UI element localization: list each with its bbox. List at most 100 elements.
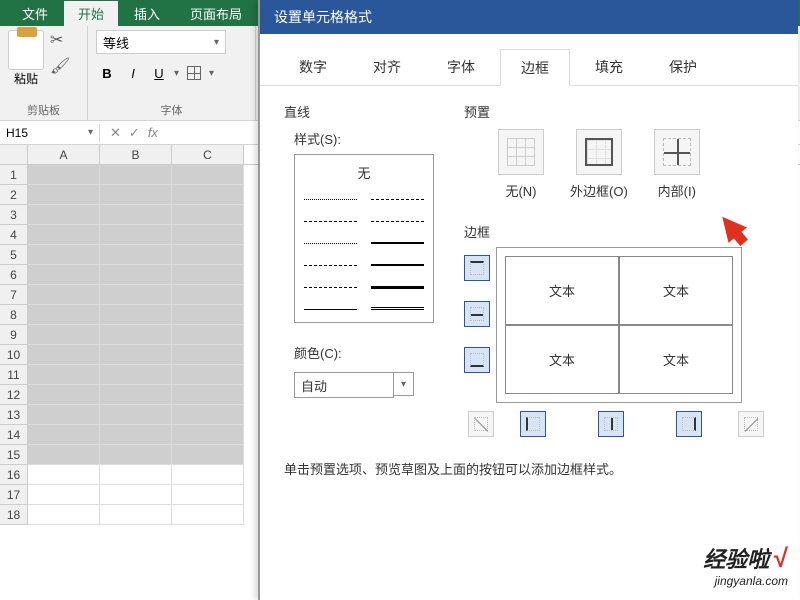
row-header[interactable]: 13 xyxy=(0,405,28,425)
cell[interactable] xyxy=(28,365,100,385)
border-top-button[interactable] xyxy=(464,255,490,281)
border-mid-h-button[interactable] xyxy=(464,301,490,327)
cell[interactable] xyxy=(172,225,244,245)
cell[interactable] xyxy=(28,445,100,465)
row-header[interactable]: 4 xyxy=(0,225,28,245)
row-header[interactable]: 14 xyxy=(0,425,28,445)
cell[interactable] xyxy=(28,425,100,445)
line-style-option[interactable] xyxy=(364,188,431,210)
col-header[interactable]: A xyxy=(28,145,100,164)
cell[interactable] xyxy=(100,165,172,185)
cell[interactable] xyxy=(100,405,172,425)
chevron-down-icon[interactable]: ▾ xyxy=(174,68,179,79)
cell[interactable] xyxy=(172,445,244,465)
preset-inner-button[interactable] xyxy=(654,129,700,175)
ribbon-tab-file[interactable]: 文件 xyxy=(8,1,62,26)
paste-button[interactable]: 粘贴 xyxy=(8,30,44,87)
row-header[interactable]: 7 xyxy=(0,285,28,305)
row-header[interactable]: 15 xyxy=(0,445,28,465)
cell[interactable] xyxy=(100,485,172,505)
border-diag-down-button[interactable] xyxy=(738,411,764,437)
preset-none-button[interactable] xyxy=(498,129,544,175)
line-style-option[interactable] xyxy=(297,232,364,254)
preset-outer-button[interactable] xyxy=(576,129,622,175)
row-header[interactable]: 3 xyxy=(0,205,28,225)
underline-button[interactable]: U xyxy=(148,62,170,84)
cell[interactable] xyxy=(172,485,244,505)
row-header[interactable]: 9 xyxy=(0,325,28,345)
tab-border[interactable]: 边框 xyxy=(500,49,570,86)
chevron-down-icon[interactable]: ▾ xyxy=(209,68,214,79)
row-header[interactable]: 5 xyxy=(0,245,28,265)
row-header[interactable]: 17 xyxy=(0,485,28,505)
border-button[interactable] xyxy=(183,62,205,84)
color-combo[interactable]: 自动 xyxy=(294,372,394,398)
cell[interactable] xyxy=(28,485,100,505)
cell[interactable] xyxy=(28,185,100,205)
line-style-option[interactable] xyxy=(364,254,431,276)
cell[interactable] xyxy=(172,285,244,305)
cell[interactable] xyxy=(172,365,244,385)
line-style-option[interactable] xyxy=(297,298,364,320)
col-header[interactable]: C xyxy=(172,145,244,164)
border-mid-v-button[interactable] xyxy=(598,411,624,437)
cell[interactable] xyxy=(100,365,172,385)
cell[interactable] xyxy=(172,185,244,205)
style-none[interactable]: 无 xyxy=(297,157,431,188)
cut-icon[interactable]: ✂ xyxy=(50,30,70,50)
cell[interactable] xyxy=(172,385,244,405)
cell[interactable] xyxy=(100,505,172,525)
cell[interactable] xyxy=(28,305,100,325)
tab-protection[interactable]: 保护 xyxy=(648,48,718,85)
row-header[interactable]: 11 xyxy=(0,365,28,385)
cell[interactable] xyxy=(172,165,244,185)
row-header[interactable]: 6 xyxy=(0,265,28,285)
cell[interactable] xyxy=(100,325,172,345)
line-style-option[interactable] xyxy=(364,232,431,254)
tab-font[interactable]: 字体 xyxy=(426,48,496,85)
cell[interactable] xyxy=(172,405,244,425)
border-bottom-button[interactable] xyxy=(464,347,490,373)
cell[interactable] xyxy=(172,465,244,485)
line-style-option[interactable] xyxy=(364,210,431,232)
ribbon-tab-layout[interactable]: 页面布局 xyxy=(176,1,256,26)
border-right-button[interactable] xyxy=(676,411,702,437)
col-header[interactable]: B xyxy=(100,145,172,164)
cell[interactable] xyxy=(172,345,244,365)
cell[interactable] xyxy=(28,505,100,525)
cell[interactable] xyxy=(28,345,100,365)
italic-button[interactable]: I xyxy=(122,62,144,84)
border-preview[interactable]: 文本 文本 文本 文本 xyxy=(496,247,742,403)
line-style-option[interactable] xyxy=(297,276,364,298)
row-header[interactable]: 8 xyxy=(0,305,28,325)
cell[interactable] xyxy=(100,205,172,225)
cell[interactable] xyxy=(100,345,172,365)
line-style-list[interactable]: 无 xyxy=(294,154,434,323)
cell[interactable] xyxy=(100,265,172,285)
cell[interactable] xyxy=(100,285,172,305)
cell[interactable] xyxy=(28,405,100,425)
row-header[interactable]: 10 xyxy=(0,345,28,365)
cell[interactable] xyxy=(172,205,244,225)
row-header[interactable]: 18 xyxy=(0,505,28,525)
ribbon-tab-home[interactable]: 开始 xyxy=(64,1,118,26)
cell[interactable] xyxy=(28,265,100,285)
ribbon-tab-insert[interactable]: 插入 xyxy=(120,1,174,26)
format-painter-icon[interactable]: 🖌 xyxy=(50,56,70,76)
cell[interactable] xyxy=(28,465,100,485)
cell[interactable] xyxy=(100,385,172,405)
cell[interactable] xyxy=(100,305,172,325)
cell[interactable] xyxy=(100,185,172,205)
cell[interactable] xyxy=(172,505,244,525)
font-name-combo[interactable]: 等线 ▾ xyxy=(96,30,226,54)
cell[interactable] xyxy=(100,245,172,265)
border-left-button[interactable] xyxy=(520,411,546,437)
cell[interactable] xyxy=(28,165,100,185)
row-header[interactable]: 2 xyxy=(0,185,28,205)
cell[interactable] xyxy=(100,445,172,465)
cell[interactable] xyxy=(100,225,172,245)
cell[interactable] xyxy=(28,325,100,345)
cell[interactable] xyxy=(28,245,100,265)
cell[interactable] xyxy=(100,425,172,445)
cell[interactable] xyxy=(28,285,100,305)
